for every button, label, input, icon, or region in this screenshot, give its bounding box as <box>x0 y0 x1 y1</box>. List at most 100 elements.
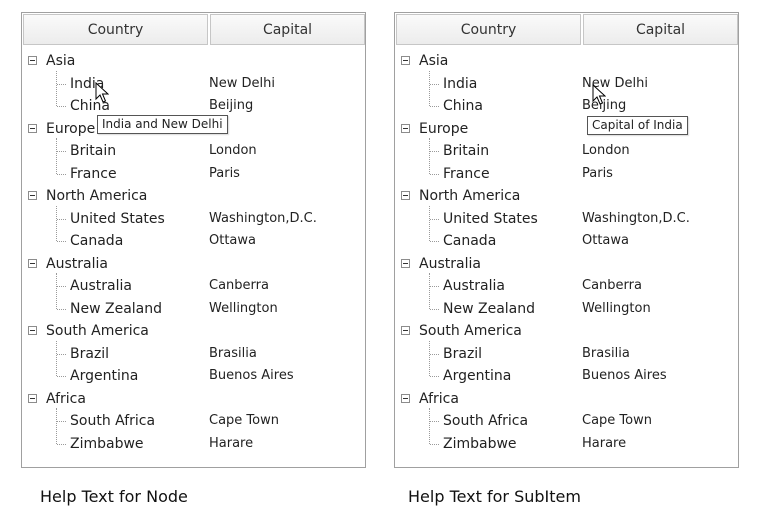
tree-child-row[interactable]: Argentina Buenos Aires <box>22 365 365 387</box>
group-label: Africa <box>419 390 459 407</box>
capital-label: Paris <box>582 165 613 181</box>
tree-child-row[interactable]: Brazil Brasilia <box>22 343 365 365</box>
tree-connector-line <box>57 443 66 445</box>
tree-group-row[interactable]: Africa <box>395 388 738 410</box>
tree-child-row[interactable]: Argentina Buenos Aires <box>395 365 738 387</box>
country-label: New Zealand <box>443 300 535 317</box>
caption-subitem: Help Text for SubItem <box>408 487 581 506</box>
tree-child-row[interactable]: New Zealand Wellington <box>395 298 738 320</box>
tree-child-row[interactable]: India New Delhi <box>22 73 365 95</box>
tree-child-row[interactable]: France Paris <box>395 163 738 185</box>
tree-connector-line <box>430 241 439 242</box>
tree-child-row[interactable]: Canada Ottawa <box>395 230 738 252</box>
tree-list-node-tooltip[interactable]: Country Capital Asia India New Delhi China B… <box>21 12 366 468</box>
mouse-pointer-icon <box>95 82 109 103</box>
country-label: Australia <box>70 278 132 294</box>
country-label: Zimbabwe <box>70 435 144 452</box>
country-label: Argentina <box>70 368 139 384</box>
tree-child-row[interactable]: Canada Ottawa <box>22 230 365 252</box>
tree-child-row[interactable]: Britain London <box>395 140 738 162</box>
collapse-minus-icon[interactable] <box>28 258 37 268</box>
capital-label: Canberra <box>582 278 642 293</box>
tree-child-row[interactable]: China Beijing <box>395 95 738 117</box>
group-label: South America <box>419 323 522 339</box>
tree-child-row[interactable]: Britain London <box>22 140 365 162</box>
tree-group-row[interactable]: Africa <box>22 388 365 410</box>
collapse-minus-icon[interactable] <box>401 191 410 200</box>
tree-group-row[interactable]: Australia <box>395 253 738 275</box>
tree-child-row[interactable]: France Paris <box>22 163 365 185</box>
tree-group-row[interactable]: Asia <box>22 50 365 72</box>
country-label: United States <box>70 210 165 227</box>
tree-group-row[interactable]: North America <box>395 185 738 207</box>
group-label: Europe <box>419 120 469 137</box>
tree-group-row[interactable]: Asia <box>395 50 738 72</box>
tree-connector-line <box>57 353 66 355</box>
tree-list-subitem-tooltip[interactable]: Country Capital Asia India New Delhi China B… <box>394 12 739 468</box>
collapse-minus-icon[interactable] <box>28 123 37 133</box>
country-label: France <box>443 165 490 182</box>
tree-connector-line <box>57 376 66 377</box>
country-label: Brazil <box>443 345 483 362</box>
tree-child-row[interactable]: South Africa Cape Town <box>395 410 738 432</box>
tree-connector-line <box>57 308 66 310</box>
tree-child-row[interactable]: United States Washington,D.C. <box>22 208 365 230</box>
tree-child-row[interactable]: Australia Canberra <box>22 275 365 297</box>
tree-child-row[interactable]: India New Delhi <box>395 73 738 95</box>
tree-connector-line <box>430 106 439 107</box>
tree-group-row[interactable]: South America <box>395 320 738 342</box>
column-header-country[interactable]: Country <box>23 14 208 45</box>
mouse-pointer-icon <box>592 84 606 105</box>
capital-label: London <box>582 143 630 158</box>
group-label: Asia <box>419 53 449 69</box>
country-label: Zimbabwe <box>443 435 517 452</box>
capital-label: Wellington <box>209 300 278 316</box>
subitem-tooltip: Capital of India <box>587 116 688 135</box>
tree-child-row[interactable]: Zimbabwe Harare <box>22 433 365 455</box>
capital-label: Brasilia <box>209 345 257 361</box>
tree-connector-line <box>430 151 439 152</box>
capital-label: Canberra <box>209 278 269 293</box>
group-label: Asia <box>46 53 76 69</box>
tree-group-row[interactable]: Australia <box>22 253 365 275</box>
tree-body: Asia India New Delhi China Beijing Europe Brit… <box>395 50 738 467</box>
tree-child-row[interactable]: Australia Canberra <box>395 275 738 297</box>
country-label: New Zealand <box>70 300 162 317</box>
tree-group-row[interactable]: South America <box>22 320 365 342</box>
tree-child-row[interactable]: New Zealand Wellington <box>22 298 365 320</box>
tree-child-row[interactable]: South Africa Cape Town <box>22 410 365 432</box>
column-header-country[interactable]: Country <box>396 14 581 45</box>
tree-connector-line <box>57 106 66 107</box>
collapse-minus-icon[interactable] <box>28 326 37 335</box>
collapse-minus-icon[interactable] <box>28 191 37 200</box>
collapse-minus-icon[interactable] <box>28 393 37 403</box>
tree-connector-line <box>430 353 439 355</box>
tree-connector-line <box>430 308 439 310</box>
column-header-capital[interactable]: Capital <box>583 14 738 45</box>
column-header-row: Country Capital <box>395 13 738 46</box>
collapse-minus-icon[interactable] <box>401 326 410 335</box>
collapse-minus-icon[interactable] <box>401 258 410 268</box>
capital-label: Brasilia <box>582 345 630 361</box>
tree-child-row[interactable]: Brazil Brasilia <box>395 343 738 365</box>
tree-connector-line <box>430 421 439 422</box>
tree-connector-line <box>57 421 66 422</box>
collapse-minus-icon[interactable] <box>28 56 37 65</box>
capital-label: Buenos Aires <box>209 368 294 383</box>
country-label: India <box>443 75 478 92</box>
capital-label: Cape Town <box>582 413 652 428</box>
collapse-minus-icon[interactable] <box>401 56 410 65</box>
caption-node: Help Text for Node <box>40 487 188 506</box>
group-label: Australia <box>419 255 481 272</box>
tree-group-row[interactable]: North America <box>22 185 365 207</box>
collapse-minus-icon[interactable] <box>401 393 410 403</box>
collapse-minus-icon[interactable] <box>401 123 410 133</box>
group-label: Africa <box>46 390 86 407</box>
column-header-capital[interactable]: Capital <box>210 14 365 45</box>
group-label: North America <box>46 188 148 204</box>
tree-child-row[interactable]: United States Washington,D.C. <box>395 208 738 230</box>
country-label: South Africa <box>443 413 529 429</box>
tree-child-row[interactable]: China Beijing <box>22 95 365 117</box>
tree-child-row[interactable]: Zimbabwe Harare <box>395 433 738 455</box>
tree-connector-line <box>57 173 66 175</box>
